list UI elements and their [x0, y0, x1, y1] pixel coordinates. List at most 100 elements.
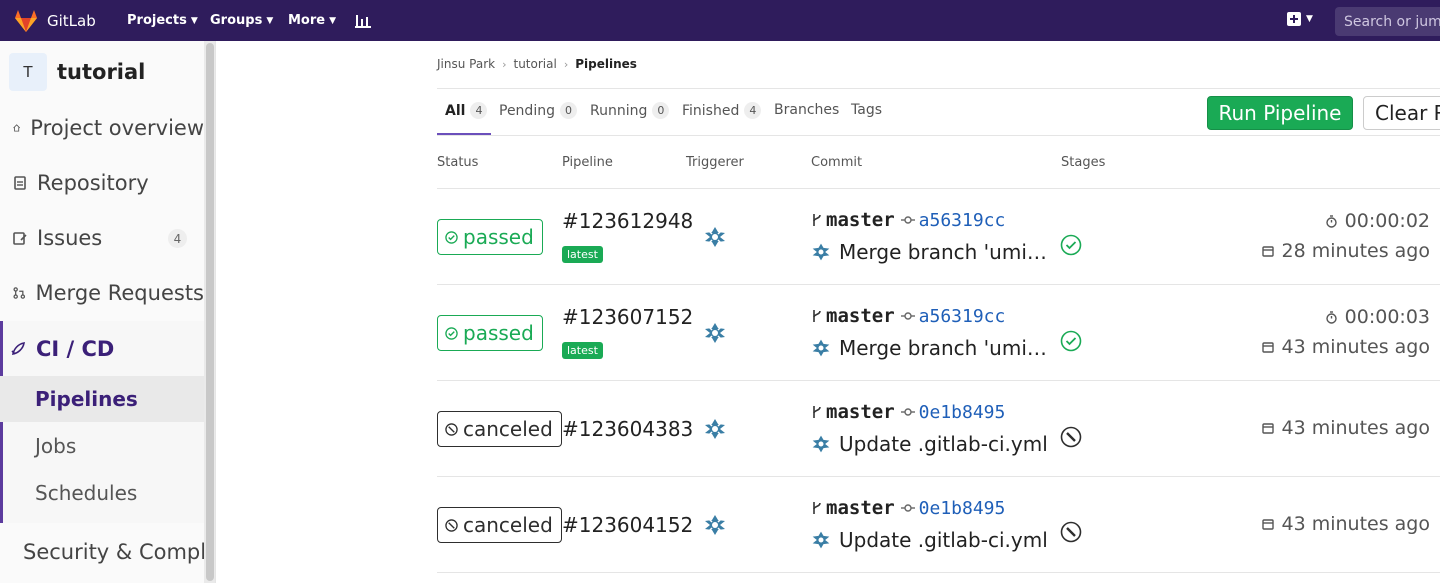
sidebar-scrollbar-thumb[interactable]: [206, 43, 214, 581]
tab-finished[interactable]: Finished 4: [682, 102, 762, 119]
sidebar-item-ci-cd[interactable]: CI / CD: [0, 327, 204, 371]
branch-name-link[interactable]: master: [826, 497, 895, 519]
calendar-icon: [1261, 519, 1274, 530]
commit-sha-link[interactable]: 0e1b8495: [919, 498, 1006, 519]
status-label: canceled: [463, 417, 553, 441]
sidebar-item-issues[interactable]: Issues 4: [0, 216, 204, 260]
tab-tags[interactable]: Tags: [851, 102, 882, 118]
status-badge-passed[interactable]: passed: [437, 315, 543, 351]
triggerer-avatar[interactable]: [703, 321, 727, 349]
tab-count-badge: 0: [559, 102, 577, 119]
commit-sha-link[interactable]: a56319cc: [919, 210, 1006, 231]
check-circle-icon: [1060, 234, 1082, 256]
commit-sha-link[interactable]: 0e1b8495: [919, 402, 1006, 423]
tab-running[interactable]: Running 0: [590, 102, 670, 119]
identicon-avatar-icon: [812, 243, 830, 261]
sidebar-subitem-schedules[interactable]: Schedules: [0, 470, 204, 516]
triggerer-avatar[interactable]: [703, 513, 727, 541]
tab-count-badge: 4: [744, 102, 762, 119]
gitlab-logo[interactable]: GitLab: [13, 9, 96, 33]
tab-branches[interactable]: Branches: [774, 102, 839, 118]
merge-request-icon: [13, 287, 26, 299]
finished-time: 43 minutes ago: [1261, 417, 1430, 439]
nav-more-label: More: [288, 13, 326, 28]
tab-all[interactable]: All 4: [445, 102, 488, 119]
status-label: canceled: [463, 513, 553, 537]
breadcrumb: Jinsu Park › tutorial › Pipelines: [437, 57, 637, 71]
top-navbar: GitLab Projects ▼ Groups ▼ More ▼ ▼ Search …: [0, 0, 1440, 41]
branch-icon: [813, 214, 821, 226]
tab-label: Running: [590, 102, 648, 119]
stage-status-passed[interactable]: [1060, 330, 1082, 356]
sidebar-item-project-overview[interactable]: Project overview: [0, 106, 204, 150]
branch-name-link[interactable]: master: [826, 305, 895, 327]
triggerer-avatar[interactable]: [703, 225, 727, 253]
clear-runner-caches-button[interactable]: Clear Runner Caches: [1363, 96, 1440, 130]
status-badge-canceled[interactable]: canceled: [437, 411, 562, 447]
nav-groups[interactable]: Groups ▼: [210, 13, 273, 28]
duration-value: 00:00:02: [1344, 210, 1430, 232]
stage-status-canceled[interactable]: [1060, 426, 1082, 452]
nav-more[interactable]: More ▼: [288, 13, 336, 28]
project-name: tutorial: [57, 60, 146, 84]
plus-square-icon: [1287, 12, 1301, 26]
pipeline-id-link[interactable]: #123604152: [562, 513, 693, 537]
sidebar-subitem-pipelines[interactable]: Pipelines: [0, 376, 204, 422]
sidebar-subitem-jobs[interactable]: Jobs: [0, 423, 204, 469]
tab-pending[interactable]: Pending 0: [499, 102, 577, 119]
pipeline-id-link[interactable]: #123612948: [562, 209, 693, 233]
sidebar-item-merge-requests[interactable]: Merge Requests: [0, 271, 204, 315]
commit-message-link[interactable]: Update .gitlab-ci.yml: [839, 528, 1048, 552]
search-input[interactable]: Search or jump to…: [1335, 7, 1440, 36]
branch-name-link[interactable]: master: [826, 209, 895, 231]
project-sidebar: T tutorial Project overview Repository I…: [0, 41, 216, 583]
pipeline-id-link[interactable]: #123607152: [562, 305, 693, 329]
canceled-circle-icon: [445, 422, 458, 436]
table-row: passed #123607152 latest master a56319cc…: [437, 285, 1440, 381]
chevron-down-icon: ▼: [329, 15, 337, 26]
calendar-icon: [1261, 342, 1274, 353]
stage-status-canceled[interactable]: [1060, 521, 1082, 547]
chevron-down-icon: ▼: [266, 15, 274, 26]
chevron-down-icon: ▼: [1306, 14, 1313, 24]
activity-chart-icon[interactable]: [355, 13, 371, 28]
commit-sha-link[interactable]: a56319cc: [919, 306, 1006, 327]
sidebar-item-label: Issues: [37, 226, 103, 250]
table-row: passed #123612948 latest master a56319cc…: [437, 189, 1440, 285]
project-header[interactable]: T tutorial: [9, 53, 145, 91]
column-header-status: Status: [437, 155, 479, 170]
commit-message-link[interactable]: Merge branch 'umi…: [839, 336, 1047, 360]
breadcrumb-project[interactable]: tutorial: [514, 57, 557, 71]
commit-message: Update .gitlab-ci.yml: [811, 432, 1051, 456]
commit-message-link[interactable]: Update .gitlab-ci.yml: [839, 432, 1048, 456]
run-pipeline-button[interactable]: Run Pipeline: [1207, 96, 1353, 130]
nav-projects[interactable]: Projects ▼: [127, 13, 198, 28]
timer-icon: [1325, 214, 1337, 228]
status-badge-canceled[interactable]: canceled: [437, 507, 562, 543]
breadcrumb-current[interactable]: Pipelines: [575, 57, 637, 71]
column-header-commit: Commit: [811, 155, 863, 170]
status-label: passed: [463, 321, 534, 345]
commit-message-link[interactable]: Merge branch 'umi…: [839, 240, 1047, 264]
identicon-avatar-icon: [703, 513, 727, 537]
commit-message: Merge branch 'umi…: [811, 336, 1051, 360]
branch-icon: [813, 310, 821, 322]
tab-label: Tags: [851, 102, 882, 118]
tab-label: Branches: [774, 102, 840, 118]
triggerer-avatar[interactable]: [703, 417, 727, 445]
sidebar-item-repository[interactable]: Repository: [0, 161, 204, 205]
branch-name-link[interactable]: master: [826, 401, 895, 423]
column-header-triggerer: Triggerer: [686, 155, 744, 170]
sidebar-subitem-label: Pipelines: [35, 387, 138, 411]
tab-label: Pending: [499, 102, 555, 119]
status-badge-passed[interactable]: passed: [437, 219, 543, 255]
pipeline-id-link[interactable]: #123604383: [562, 417, 693, 441]
sidebar-item-security-compliance[interactable]: Security & Compliance: [0, 530, 215, 574]
identicon-avatar-icon: [703, 321, 727, 345]
finished-time-value: 28 minutes ago: [1281, 240, 1431, 262]
new-item-button[interactable]: ▼: [1287, 12, 1313, 26]
commit-ref: master 0e1b8495: [811, 497, 1005, 519]
stage-status-passed[interactable]: [1060, 234, 1082, 260]
duration: 00:00:03: [1325, 306, 1430, 328]
breadcrumb-user[interactable]: Jinsu Park: [437, 57, 495, 71]
